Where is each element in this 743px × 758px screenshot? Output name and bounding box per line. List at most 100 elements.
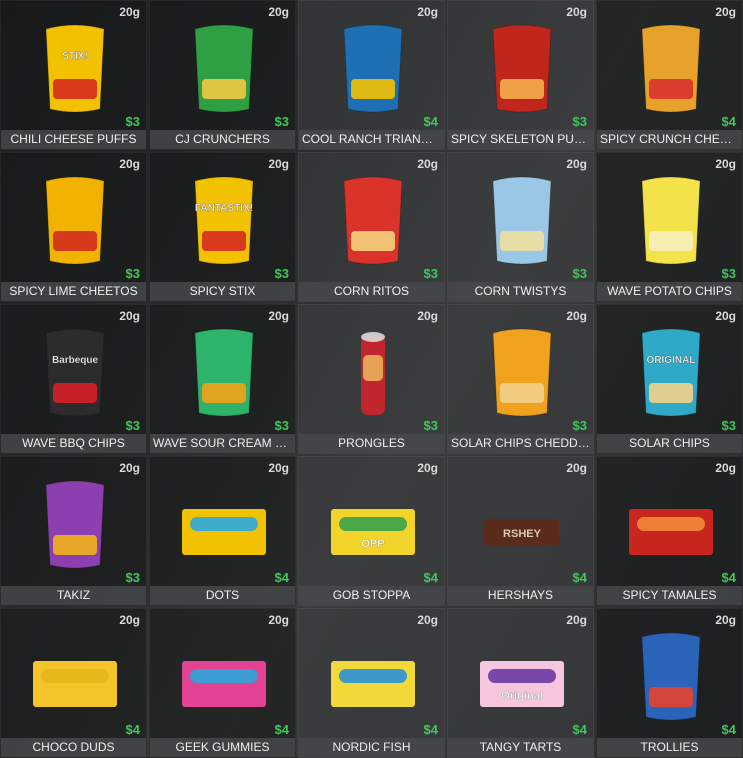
product-tile[interactable]: ORIGINAL 20g $3 SOLAR CHIPS xyxy=(596,304,743,454)
weight-label: 20g xyxy=(268,157,289,171)
product-tile[interactable]: RSHEY 20g $4 HERSHAYS xyxy=(447,456,594,606)
price-label: $3 xyxy=(572,266,587,281)
weight-label: 20g xyxy=(417,461,438,475)
product-tile[interactable]: 20g $3 WAVE SOUR CREAM CH... xyxy=(149,304,296,454)
product-image: Original xyxy=(480,661,564,707)
product-name: CJ CRUNCHERS xyxy=(150,130,295,149)
weight-label: 20g xyxy=(417,309,438,323)
product-tile[interactable]: Original 20g $4 TANGY TARTS xyxy=(447,608,594,758)
weight-label: 20g xyxy=(715,613,736,627)
product-tile[interactable]: 20g $3 TAKIZ xyxy=(0,456,147,606)
product-image xyxy=(343,176,403,265)
weight-label: 20g xyxy=(119,461,140,475)
weight-label: 20g xyxy=(566,309,587,323)
price-label: $3 xyxy=(721,418,736,433)
product-image: STIX! xyxy=(45,24,105,113)
product-name: HERSHAYS xyxy=(448,586,593,605)
product-tile[interactable]: 20g $3 CORN RITOS xyxy=(298,152,445,302)
weight-label: 20g xyxy=(566,613,587,627)
product-tile[interactable]: 20g $3 CJ CRUNCHERS xyxy=(149,0,296,150)
product-tile[interactable]: 20g $4 GEEK GUMMIES xyxy=(149,608,296,758)
product-tile[interactable]: 20g $4 TROLLIES xyxy=(596,608,743,758)
product-tile[interactable]: 20g $3 SPICY LIME CHEETOS xyxy=(0,152,147,302)
bar-text: RSHEY xyxy=(503,528,542,540)
product-image: ORIGINAL xyxy=(641,328,701,417)
product-name: CORN TWISTYS xyxy=(448,282,593,301)
product-tile[interactable]: 20g $3 WAVE POTATO CHIPS xyxy=(596,152,743,302)
price-label: $3 xyxy=(572,114,587,129)
product-tile[interactable]: 20g $4 COOL RANCH TRIANGL... xyxy=(298,0,445,150)
weight-label: 20g xyxy=(566,157,587,171)
price-label: $4 xyxy=(274,722,289,737)
weight-label: 20g xyxy=(417,5,438,19)
weight-label: 20g xyxy=(119,5,140,19)
price-label: $3 xyxy=(721,266,736,281)
bag-text: ORIGINAL xyxy=(647,355,696,366)
product-name: WAVE SOUR CREAM CH... xyxy=(150,434,295,453)
product-image xyxy=(45,176,105,265)
bag-text: Barbeque xyxy=(52,355,99,366)
price-label: $3 xyxy=(274,114,289,129)
bag-text: FANTASTIX! xyxy=(195,203,253,214)
product-tile[interactable]: 20g $3 SOLAR CHIPS CHEDDAR xyxy=(447,304,594,454)
price-label: $4 xyxy=(423,570,438,585)
product-tile[interactable]: 20g $4 CHOCO DUDS xyxy=(0,608,147,758)
price-label: $4 xyxy=(572,570,587,585)
price-label: $4 xyxy=(423,722,438,737)
product-tile[interactable]: 20g $4 NORDIC FISH xyxy=(298,608,445,758)
product-image xyxy=(194,328,254,417)
price-label: $4 xyxy=(721,722,736,737)
price-label: $3 xyxy=(423,418,438,433)
product-image xyxy=(361,332,385,415)
product-image: Barbeque xyxy=(45,328,105,417)
price-label: $3 xyxy=(125,418,140,433)
product-name: SPICY CRUNCH CHEET... xyxy=(597,130,742,149)
price-label: $4 xyxy=(274,570,289,585)
product-name: TANGY TARTS xyxy=(448,738,593,757)
price-label: $4 xyxy=(721,114,736,129)
product-image xyxy=(33,661,117,707)
product-tile[interactable]: 20g $3 PRONGLES xyxy=(298,304,445,454)
product-name: SPICY LIME CHEETOS xyxy=(1,282,146,301)
product-image xyxy=(492,24,552,113)
weight-label: 20g xyxy=(268,613,289,627)
product-image xyxy=(343,24,403,113)
product-name: COOL RANCH TRIANGL... xyxy=(299,130,444,149)
product-image xyxy=(492,176,552,265)
product-name: CORN RITOS xyxy=(299,282,444,301)
product-name: GEEK GUMMIES xyxy=(150,738,295,757)
price-label: $4 xyxy=(125,722,140,737)
product-name: SPICY TAMALES xyxy=(597,586,742,605)
weight-label: 20g xyxy=(119,613,140,627)
product-name: WAVE POTATO CHIPS xyxy=(597,282,742,301)
weight-label: 20g xyxy=(715,461,736,475)
weight-label: 20g xyxy=(715,309,736,323)
price-label: $3 xyxy=(125,266,140,281)
price-label: $4 xyxy=(423,114,438,129)
weight-label: 20g xyxy=(566,461,587,475)
product-image: RSHEY xyxy=(484,519,559,545)
product-tile[interactable]: 20g $4 DOTS xyxy=(149,456,296,606)
product-name: SOLAR CHIPS xyxy=(597,434,742,453)
product-tile[interactable]: 20g $4 SPICY TAMALES xyxy=(596,456,743,606)
product-name: SOLAR CHIPS CHEDDAR xyxy=(448,434,593,453)
weight-label: 20g xyxy=(566,5,587,19)
product-image xyxy=(182,661,266,707)
product-image: OPP xyxy=(331,509,415,555)
price-label: $3 xyxy=(125,114,140,129)
price-label: $3 xyxy=(423,266,438,281)
weight-label: 20g xyxy=(417,157,438,171)
product-image xyxy=(641,24,701,113)
product-tile[interactable]: 20g $4 SPICY CRUNCH CHEET... xyxy=(596,0,743,150)
product-tile[interactable]: OPP 20g $4 GOB STOPPA xyxy=(298,456,445,606)
product-tile[interactable]: FANTASTIX! 20g $3 SPICY STIX xyxy=(149,152,296,302)
product-tile[interactable]: 20g $3 CORN TWISTYS xyxy=(447,152,594,302)
product-image xyxy=(641,176,701,265)
price-label: $4 xyxy=(572,722,587,737)
product-tile[interactable]: STIX! 20g $3 CHILI CHEESE PUFFS xyxy=(0,0,147,150)
price-label: $3 xyxy=(274,266,289,281)
product-name: SPICY STIX xyxy=(150,282,295,301)
product-image: FANTASTIX! xyxy=(194,176,254,265)
product-tile[interactable]: Barbeque 20g $3 WAVE BBQ CHIPS xyxy=(0,304,147,454)
product-tile[interactable]: 20g $3 SPICY SKELETON PUFFS xyxy=(447,0,594,150)
